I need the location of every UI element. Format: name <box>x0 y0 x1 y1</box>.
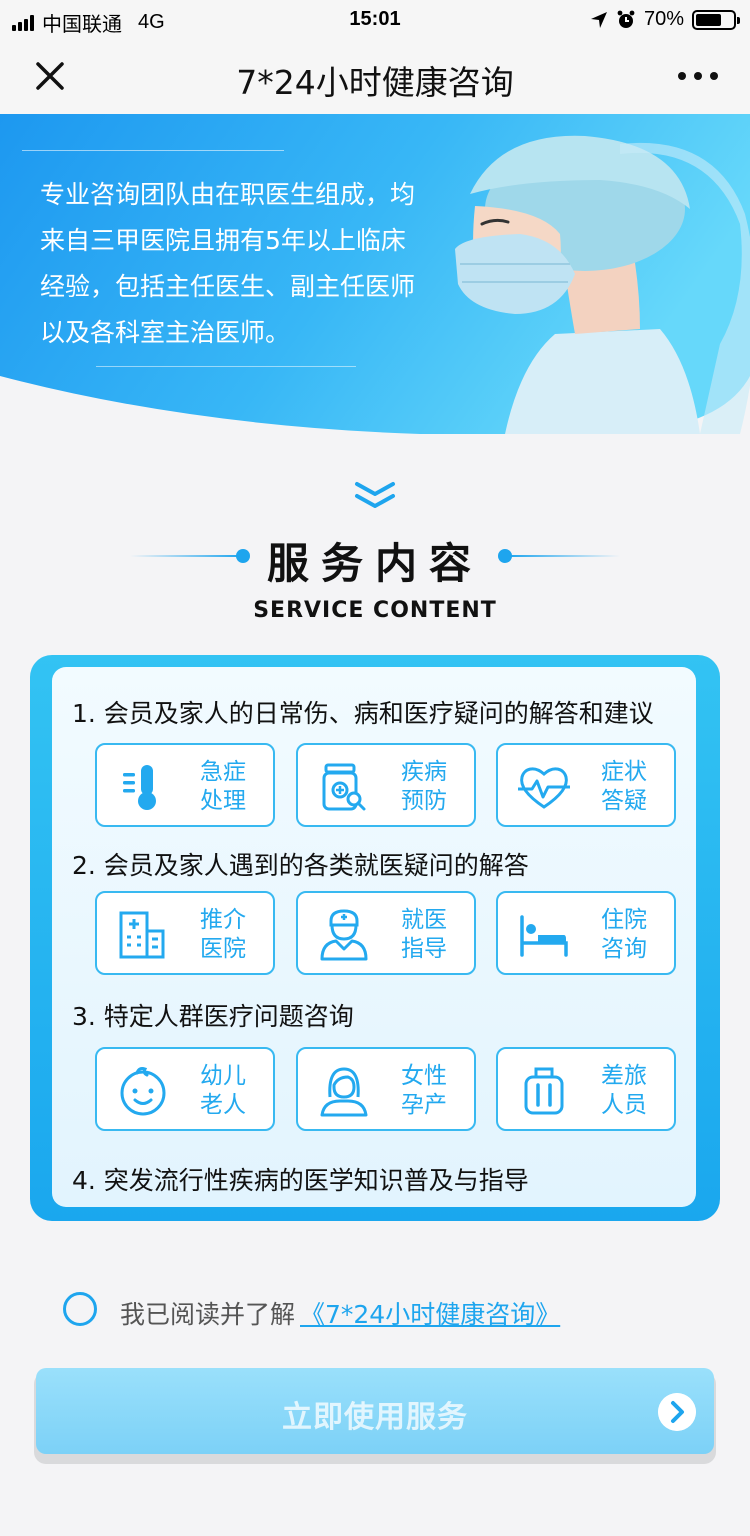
service-tile-women-pregnancy[interactable]: 女性 孕产 <box>296 1047 476 1131</box>
service-tile-hospitalization[interactable]: 住院 咨询 <box>496 891 676 975</box>
more-dots-icon[interactable] <box>674 58 722 94</box>
use-service-label: 立即使用服务 <box>282 1400 468 1435</box>
woman-icon <box>320 1067 368 1117</box>
double-chevron-down-icon <box>355 482 395 508</box>
tile-label: 住院 咨询 <box>601 907 647 962</box>
status-right: 70% <box>590 8 740 31</box>
hospital-bed-icon <box>520 915 568 957</box>
battery-icon <box>692 9 740 30</box>
chevron-right-icon <box>658 1393 696 1431</box>
heart-pulse-icon <box>518 767 570 809</box>
section-title: 服务内容 <box>266 539 483 588</box>
page-title: 7*24小时健康咨询 <box>236 63 514 102</box>
tile-label: 推介 医院 <box>200 907 246 962</box>
service-tile-hospital-recommend[interactable]: 推介 医院 <box>95 891 275 975</box>
tile-label: 疾病 预防 <box>401 759 447 814</box>
alarm-clock-icon <box>617 10 635 28</box>
hospital-building-icon <box>119 911 165 959</box>
location-arrow-icon <box>590 11 607 28</box>
thermometer-icon <box>123 765 156 810</box>
tile-label: 差旅 人员 <box>601 1063 647 1118</box>
medicine-bottle-icon <box>322 763 366 811</box>
agreement-text: 我已阅读并了解 <box>120 1300 296 1329</box>
agreement-link[interactable]: 《7*24小时健康咨询》 <box>300 1295 560 1331</box>
hero-divider-top <box>22 150 284 151</box>
hero-description: 专业咨询团队由在职医生组成，均来自三甲医院且拥有5年以上临床经验，包括主任医生、… <box>40 180 416 347</box>
service-tile-children-elderly[interactable]: 幼儿 老人 <box>95 1047 275 1131</box>
service-tile-guidance[interactable]: 就医 指导 <box>296 891 476 975</box>
tile-label: 就医 指导 <box>401 907 447 962</box>
section-line-right <box>508 555 620 557</box>
use-service-button[interactable]: 立即使用服务 <box>36 1368 714 1454</box>
tile-label: 急症 处理 <box>200 759 246 814</box>
baby-face-icon <box>120 1067 166 1116</box>
service-tile-emergency[interactable]: 急症 处理 <box>95 743 275 827</box>
service-heading-3: 3. 特定人群医疗问题咨询 <box>72 1002 354 1031</box>
status-bar: 中国联通 4G 15:01 70% <box>0 0 750 40</box>
tile-label: 女性 孕产 <box>401 1063 447 1118</box>
doctor-icon <box>320 909 368 961</box>
battery-percent: 70% <box>643 8 684 30</box>
nav-bar: 7*24小时健康咨询 <box>0 40 750 114</box>
service-heading-2: 2. 会员及家人遇到的各类就医疑问的解答 <box>72 851 529 880</box>
service-tile-symptoms[interactable]: 症状 答疑 <box>496 743 676 827</box>
service-heading-1: 1. 会员及家人的日常伤、病和医疗疑问的解答和建议 <box>72 699 654 728</box>
tile-label: 幼儿 老人 <box>200 1063 246 1118</box>
hero-divider-bottom <box>96 366 356 367</box>
hero-banner: 专业咨询团队由在职医生组成，均来自三甲医院且拥有5年以上临床经验，包括主任医生、… <box>0 114 750 434</box>
agreement-radio[interactable] <box>63 1292 97 1326</box>
service-heading-4: 4. 突发流行性疾病的医学知识普及与指导 <box>72 1166 529 1195</box>
tile-label: 症状 答疑 <box>601 759 647 814</box>
service-tile-prevention[interactable]: 疾病 预防 <box>296 743 476 827</box>
section-subtitle: SERVICE CONTENT <box>253 598 497 623</box>
luggage-icon <box>524 1067 564 1115</box>
service-tile-travelers[interactable]: 差旅 人员 <box>496 1047 676 1131</box>
